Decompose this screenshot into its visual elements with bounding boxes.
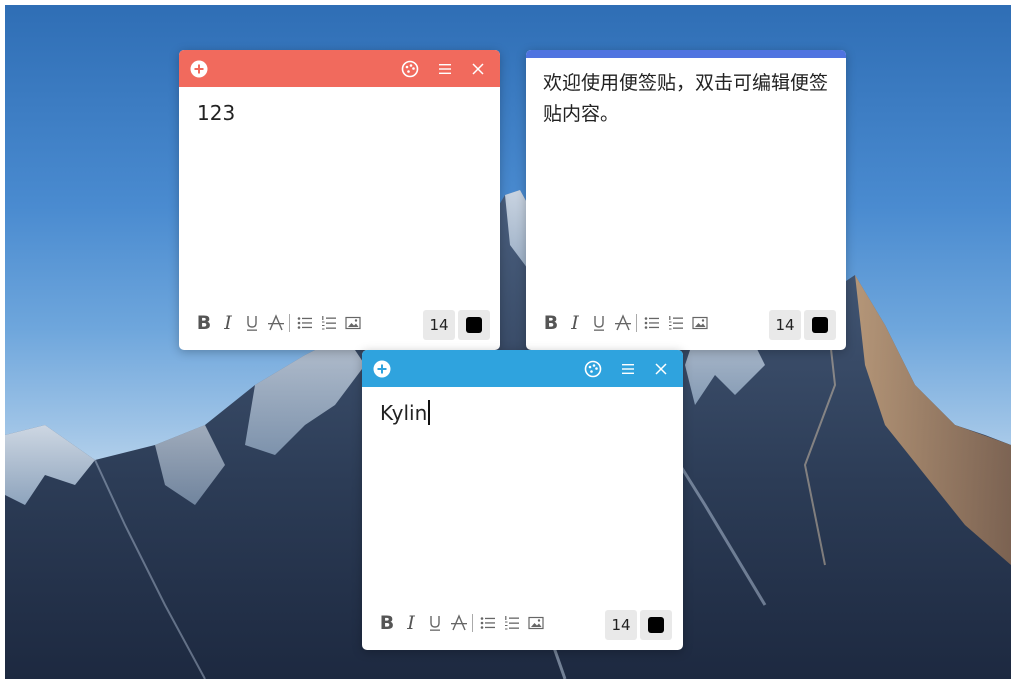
format-toolbar: B I: [540, 310, 720, 336]
close-icon: [472, 63, 484, 75]
color-swatch: [812, 317, 828, 333]
underline-button[interactable]: [241, 310, 263, 336]
numbered-list-button[interactable]: [318, 310, 340, 336]
strikethrough-icon: [268, 314, 284, 331]
underline-icon: [247, 316, 257, 331]
close-button[interactable]: [651, 359, 671, 379]
sticky-note-blue[interactable]: 欢迎使用便签贴，双击可编辑便签贴内容。 B I 14: [526, 50, 846, 350]
underline-icon: [430, 616, 440, 631]
bullet-list-icon: [644, 317, 659, 329]
text-color-button[interactable]: [640, 610, 672, 640]
bullet-list-button[interactable]: [294, 310, 316, 336]
font-size-selector[interactable]: 14: [769, 310, 801, 340]
text-cursor: [428, 400, 430, 425]
menu-icon: [439, 64, 451, 74]
numbered-list-button[interactable]: [665, 310, 687, 336]
insert-image-button[interactable]: [689, 310, 711, 336]
palette-icon: [401, 60, 419, 78]
menu-button[interactable]: [435, 59, 455, 79]
numbered-list-button[interactable]: [501, 610, 523, 636]
bullet-list-icon: [480, 617, 495, 629]
insert-image-icon: [528, 616, 544, 630]
font-size-selector[interactable]: 14: [605, 610, 637, 640]
note-header[interactable]: [362, 350, 683, 387]
italic-button[interactable]: I: [400, 610, 422, 636]
add-note-button[interactable]: [189, 59, 209, 79]
palette-icon: [584, 360, 602, 378]
bold-button[interactable]: B: [193, 310, 215, 336]
note-content: Kylin: [380, 401, 428, 425]
bullet-list-icon: [297, 317, 312, 329]
bold-button[interactable]: B: [540, 310, 562, 336]
note-header[interactable]: [179, 50, 500, 87]
close-icon: [655, 363, 667, 375]
insert-image-button[interactable]: [342, 310, 364, 336]
underline-button[interactable]: [588, 310, 610, 336]
bullet-list-button[interactable]: [641, 310, 663, 336]
menu-button[interactable]: [618, 359, 638, 379]
bold-button[interactable]: B: [376, 610, 398, 636]
palette-button[interactable]: [400, 59, 420, 79]
italic-button[interactable]: I: [564, 310, 586, 336]
insert-image-icon: [345, 316, 361, 330]
insert-image-button[interactable]: [525, 610, 547, 636]
color-swatch: [648, 617, 664, 633]
close-button[interactable]: [468, 59, 488, 79]
toolbar-separator: [636, 314, 637, 332]
italic-button[interactable]: I: [217, 310, 239, 336]
color-swatch: [466, 317, 482, 333]
text-color-button[interactable]: [458, 310, 490, 340]
toolbar-separator: [472, 614, 473, 632]
note-content[interactable]: 123: [197, 98, 482, 128]
sticky-note-lightblue[interactable]: Kylin B I 14: [362, 350, 683, 650]
note-content[interactable]: 欢迎使用便签贴，双击可编辑便签贴内容。: [543, 68, 830, 130]
note-content-editor[interactable]: Kylin: [380, 398, 665, 428]
format-toolbar: B I: [193, 310, 373, 336]
strikethrough-icon: [451, 614, 467, 631]
note-header[interactable]: [526, 50, 846, 58]
add-icon: [190, 60, 208, 78]
add-icon: [373, 360, 391, 378]
sticky-note-red[interactable]: 123 B I 14: [179, 50, 500, 350]
underline-button[interactable]: [424, 610, 446, 636]
strikethrough-button[interactable]: [612, 310, 634, 336]
format-toolbar: B I: [376, 610, 556, 636]
menu-icon: [622, 364, 634, 374]
strikethrough-button[interactable]: [265, 310, 287, 336]
numbered-list-icon: [322, 316, 336, 330]
insert-image-icon: [692, 316, 708, 330]
strikethrough-button[interactable]: [448, 610, 470, 636]
palette-button[interactable]: [583, 359, 603, 379]
numbered-list-icon: [505, 616, 519, 630]
numbered-list-icon: [669, 316, 683, 330]
bullet-list-button[interactable]: [477, 610, 499, 636]
toolbar-separator: [289, 314, 290, 332]
font-size-selector[interactable]: 14: [423, 310, 455, 340]
underline-icon: [594, 316, 604, 331]
text-color-button[interactable]: [804, 310, 836, 340]
add-note-button[interactable]: [372, 359, 392, 379]
strikethrough-icon: [615, 314, 631, 331]
